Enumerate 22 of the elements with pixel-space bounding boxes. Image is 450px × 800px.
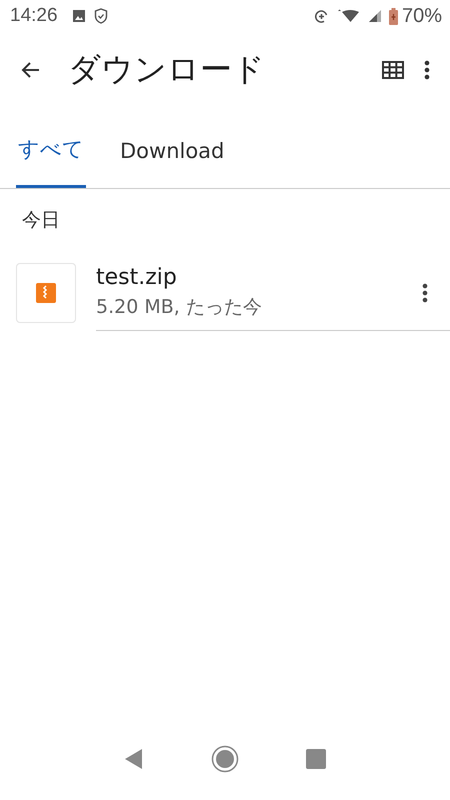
zip-file-icon — [36, 283, 56, 303]
page-title: ダウンロード — [68, 49, 266, 90]
section-header: 今日 — [21, 208, 61, 233]
wifi-icon — [336, 9, 361, 23]
battery-icon — [388, 8, 398, 24]
tab[interactable]: Download — [118, 139, 226, 188]
tab[interactable]: すべて — [16, 135, 86, 188]
signal-icon — [368, 10, 381, 22]
file-details: 5.20 MB, たった今 — [96, 295, 263, 320]
file-name: test.zip — [96, 265, 178, 290]
battery-percent: 70% — [402, 4, 442, 28]
triangle-back-icon — [124, 748, 144, 770]
recents-nav-button[interactable] — [304, 747, 328, 771]
image-icon — [72, 9, 86, 23]
data-saver-icon — [314, 8, 329, 24]
status-time: 14:26 — [10, 5, 58, 27]
home-circle-icon — [210, 745, 239, 773]
more-icon — [422, 282, 428, 302]
shield-icon — [94, 8, 108, 24]
grid-icon — [382, 61, 404, 79]
more-icon — [424, 60, 430, 80]
recents-square-icon — [306, 749, 326, 769]
